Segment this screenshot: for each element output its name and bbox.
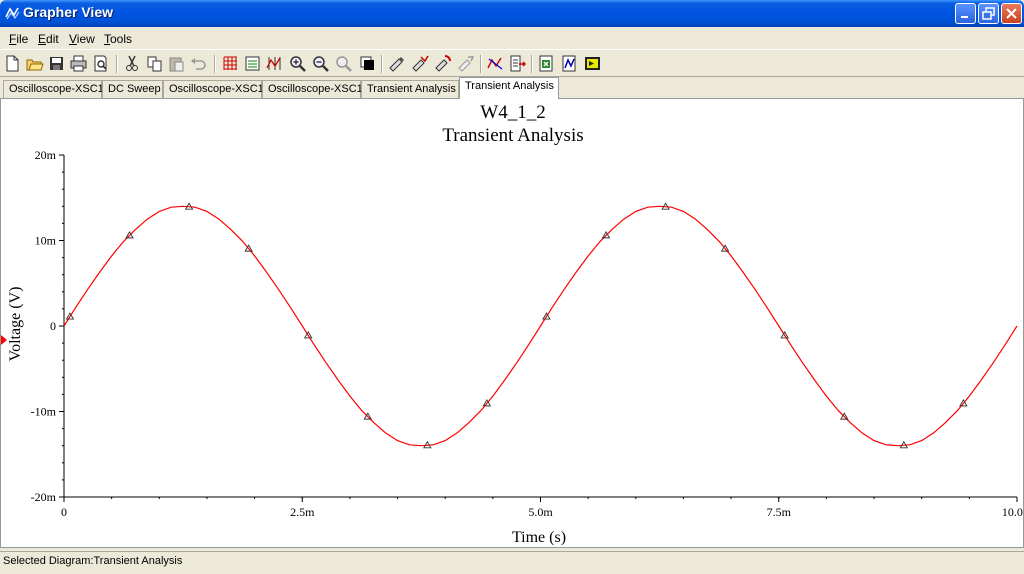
overlay-icon[interactable] <box>433 54 452 73</box>
graph-panel[interactable]: W4_1_2 Transient Analysis Voltage (V) Ti… <box>0 98 1024 548</box>
cursors-icon[interactable] <box>265 54 284 73</box>
undo-icon[interactable] <box>189 54 208 73</box>
print-preview-icon[interactable] <box>91 54 110 73</box>
menu-bar: File Edit View Tools <box>0 28 1024 50</box>
export-labview-icon[interactable] <box>583 54 602 73</box>
chart-title: W4_1_2 <box>480 102 545 123</box>
export-mathcad-icon[interactable] <box>560 54 579 73</box>
traces-icon[interactable] <box>456 54 475 73</box>
y-axis-label: Voltage (V) <box>7 287 24 362</box>
add-trace-icon[interactable] <box>486 54 505 73</box>
toolbar-separator <box>214 55 216 73</box>
transient-analysis-chart[interactable]: W4_1_2 Transient Analysis Voltage (V) Ti… <box>1 99 1023 547</box>
print-icon[interactable] <box>69 54 88 73</box>
x-tick-label: 10.0m <box>1002 505 1023 519</box>
y-tick-label: 20m <box>35 148 57 162</box>
new-icon[interactable] <box>3 54 22 73</box>
x-tick-label: 5.0m <box>528 505 553 519</box>
menu-tools[interactable]: Tools <box>104 32 132 46</box>
y-tick-label: -20m <box>31 490 57 504</box>
x-tick-label: 2.5m <box>290 505 315 519</box>
zoom-full-icon[interactable] <box>334 54 353 73</box>
paste-icon[interactable] <box>167 54 186 73</box>
menu-view[interactable]: View <box>69 32 95 46</box>
window-title: Grapher View <box>23 4 114 20</box>
save-icon[interactable] <box>47 54 66 73</box>
legend-icon[interactable] <box>243 54 262 73</box>
series-line[interactable] <box>63 205 1018 447</box>
x-tick-label: 0 <box>61 505 67 519</box>
grapher-app-icon <box>5 7 20 20</box>
open-icon[interactable] <box>25 54 44 73</box>
y-tick-label: 10m <box>35 234 57 248</box>
zoom-out-icon[interactable] <box>311 54 330 73</box>
x-tick-label: 7.5m <box>767 505 792 519</box>
chart-subtitle: Transient Analysis <box>442 125 583 146</box>
y-tick-label: 0 <box>50 319 56 333</box>
toolbar-separator <box>381 55 383 73</box>
reverse-colors-icon[interactable] <box>358 54 377 73</box>
restore-button[interactable] <box>978 3 999 24</box>
toolbar-separator <box>480 55 482 73</box>
menu-edit[interactable]: Edit <box>38 32 59 46</box>
x-axis-label: Time (s) <box>512 529 566 546</box>
tab-oscilloscope-xsc1[interactable]: Oscilloscope-XSC1 <box>262 80 363 99</box>
tab-transient-analysis[interactable]: Transient Analysis <box>361 80 459 99</box>
title-bar[interactable]: Grapher View <box>0 0 1024 27</box>
menu-file[interactable]: File <box>9 32 28 46</box>
diagram-tabs: Oscilloscope-XSC1 DC Sweep Oscilloscope-… <box>0 77 1024 99</box>
toolbar-separator <box>531 55 533 73</box>
trace-icon[interactable] <box>410 54 429 73</box>
tab-oscilloscope-xsc1[interactable]: Oscilloscope-XSC1 <box>163 80 264 99</box>
status-text: Selected Diagram:Transient Analysis <box>3 555 183 567</box>
tab-oscilloscope-xsc1[interactable]: Oscilloscope-XSC1 <box>3 80 104 99</box>
zoom-in-icon[interactable] <box>288 54 307 73</box>
minimize-icon <box>961 16 968 18</box>
export-icon[interactable] <box>508 54 527 73</box>
tab-transient-analysis-active[interactable]: Transient Analysis <box>459 77 559 99</box>
export-excel-icon[interactable] <box>537 54 556 73</box>
copy-icon[interactable] <box>145 54 164 73</box>
grapher-window: Grapher View File Edit View Tools Oscill… <box>0 0 1024 574</box>
tab-dc-sweep[interactable]: DC Sweep <box>102 80 163 99</box>
toolbar <box>0 51 1024 77</box>
minimize-button[interactable] <box>955 3 976 24</box>
y-tick-label: -10m <box>31 405 57 419</box>
close-button[interactable] <box>1001 3 1022 24</box>
restore-icon <box>982 7 995 20</box>
cut-icon[interactable] <box>123 54 142 73</box>
close-icon <box>1006 8 1017 19</box>
selected-trace-marker <box>1 335 7 345</box>
grid-icon[interactable] <box>221 54 240 73</box>
status-bar: Selected Diagram:Transient Analysis <box>0 551 1024 574</box>
properties-icon[interactable] <box>387 54 406 73</box>
toolbar-separator <box>116 55 118 73</box>
